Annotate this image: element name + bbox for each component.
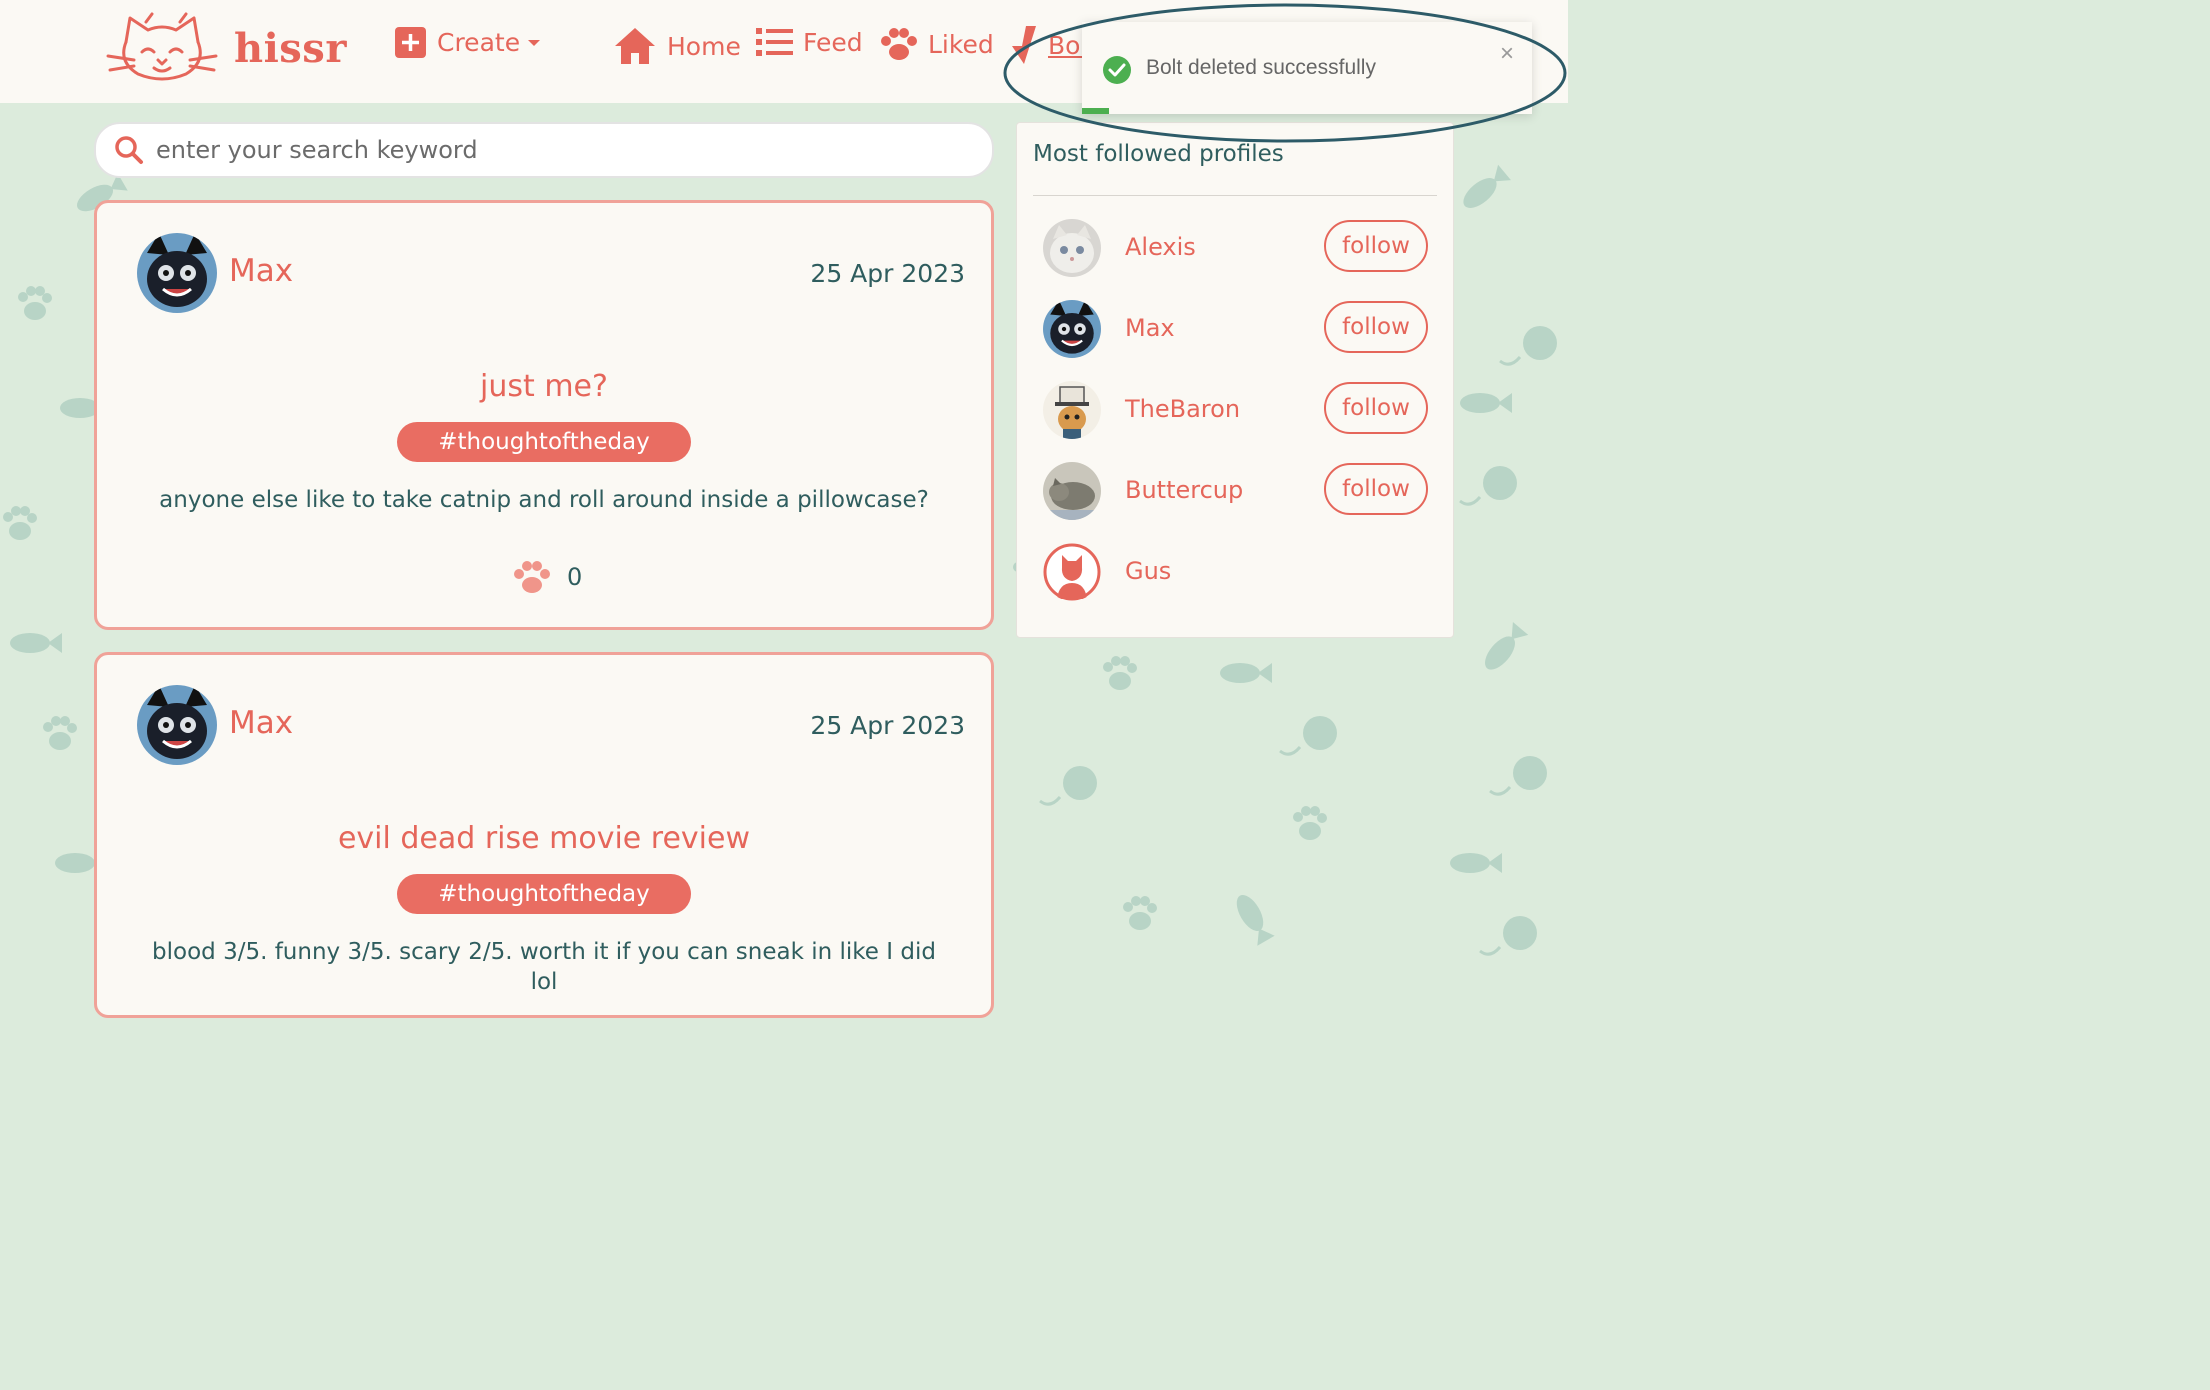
follow-button[interactable]: follow	[1324, 382, 1428, 434]
brand[interactable]: hissr	[104, 12, 347, 84]
black-cat-avatar-icon	[137, 685, 217, 765]
search-icon	[115, 136, 143, 164]
avatar[interactable]	[1043, 462, 1101, 520]
post-tag[interactable]: #thoughtoftheday	[397, 422, 691, 462]
profile-item: Alexis follow	[1043, 219, 1443, 283]
black-cat-avatar-icon	[1043, 300, 1101, 358]
follow-button[interactable]: follow	[1324, 220, 1428, 272]
avatar[interactable]	[137, 233, 217, 313]
success-toast: Bolt deleted successfully ×	[1082, 22, 1532, 114]
profile-item: Max follow	[1043, 300, 1443, 364]
most-followed-panel: Most followed profiles Alexis follow Max…	[1016, 122, 1454, 638]
avatar[interactable]	[1043, 543, 1101, 601]
profile-item: Gus	[1043, 543, 1443, 607]
top-hat-cat-avatar-icon	[1043, 381, 1101, 439]
post-author[interactable]: Max	[229, 253, 293, 289]
nav-feed[interactable]: Feed	[756, 26, 863, 58]
paw-icon	[514, 561, 550, 593]
black-cat-avatar-icon	[137, 233, 217, 313]
cat-face-logo-icon	[106, 12, 218, 81]
bolt-icon	[1012, 26, 1036, 64]
profile-item: TheBaron follow	[1043, 381, 1443, 445]
post-author[interactable]: Max	[229, 705, 293, 741]
post-date: 25 Apr 2023	[810, 711, 965, 740]
divider	[1033, 195, 1437, 196]
post-tag[interactable]: #thoughtoftheday	[397, 874, 691, 914]
post-title: just me?	[480, 369, 608, 404]
profile-name[interactable]: Max	[1125, 314, 1175, 342]
tabby-cat-avatar-icon	[1043, 462, 1101, 520]
nav-home[interactable]: Home	[613, 26, 741, 66]
like-button[interactable]: 0	[513, 559, 582, 595]
sidebar-title: Most followed profiles	[1033, 141, 1284, 167]
post-card: Max 25 Apr 2023 evil dead rise movie rev…	[94, 652, 994, 1018]
follow-button[interactable]: follow	[1324, 463, 1428, 515]
search-bar[interactable]	[94, 122, 994, 178]
profile-item: Buttercup follow	[1043, 462, 1443, 526]
nav-create-label: Create	[437, 28, 521, 57]
avatar[interactable]	[1043, 300, 1101, 358]
post-title: evil dead rise movie review	[337, 821, 751, 856]
post-body: anyone else like to take catnip and roll…	[159, 487, 929, 513]
home-icon	[615, 28, 655, 64]
follow-button[interactable]: follow	[1324, 301, 1428, 353]
caret-down-icon	[528, 39, 541, 46]
nav-liked[interactable]: Liked	[880, 26, 994, 62]
post-card: Max 25 Apr 2023 just me? #thoughtoftheda…	[94, 200, 994, 630]
toast-message: Bolt deleted successfully	[1146, 56, 1376, 79]
nav-bolts[interactable]: Bol	[1010, 26, 1087, 64]
profile-name[interactable]: Gus	[1125, 557, 1171, 585]
brand-name: hissr	[234, 24, 347, 72]
toast-progress-bar	[1082, 108, 1109, 114]
avatar[interactable]	[137, 685, 217, 765]
default-cat-avatar-icon	[1043, 543, 1101, 601]
white-cat-avatar-icon	[1043, 219, 1101, 277]
profile-name[interactable]: Alexis	[1125, 233, 1196, 261]
nav-feed-label: Feed	[803, 27, 863, 57]
list-icon	[756, 28, 793, 56]
nav-create-dropdown[interactable]: Create	[394, 26, 542, 59]
search-input[interactable]	[154, 135, 958, 165]
profile-name[interactable]: Buttercup	[1125, 476, 1243, 504]
like-count: 0	[567, 563, 583, 591]
post-body-continued: lol	[530, 969, 558, 995]
check-circle-icon	[1103, 56, 1131, 84]
plus-square-icon	[395, 27, 426, 58]
post-body: blood 3/5. funny 3/5. scary 2/5. worth i…	[152, 939, 936, 965]
toast-close-button[interactable]: ×	[1500, 40, 1514, 68]
paw-icon	[881, 28, 917, 60]
nav-liked-label: Liked	[928, 29, 994, 59]
avatar[interactable]	[1043, 381, 1101, 439]
post-date: 25 Apr 2023	[810, 259, 965, 288]
profile-name[interactable]: TheBaron	[1125, 395, 1240, 423]
avatar[interactable]	[1043, 219, 1101, 277]
nav-home-label: Home	[667, 31, 741, 61]
